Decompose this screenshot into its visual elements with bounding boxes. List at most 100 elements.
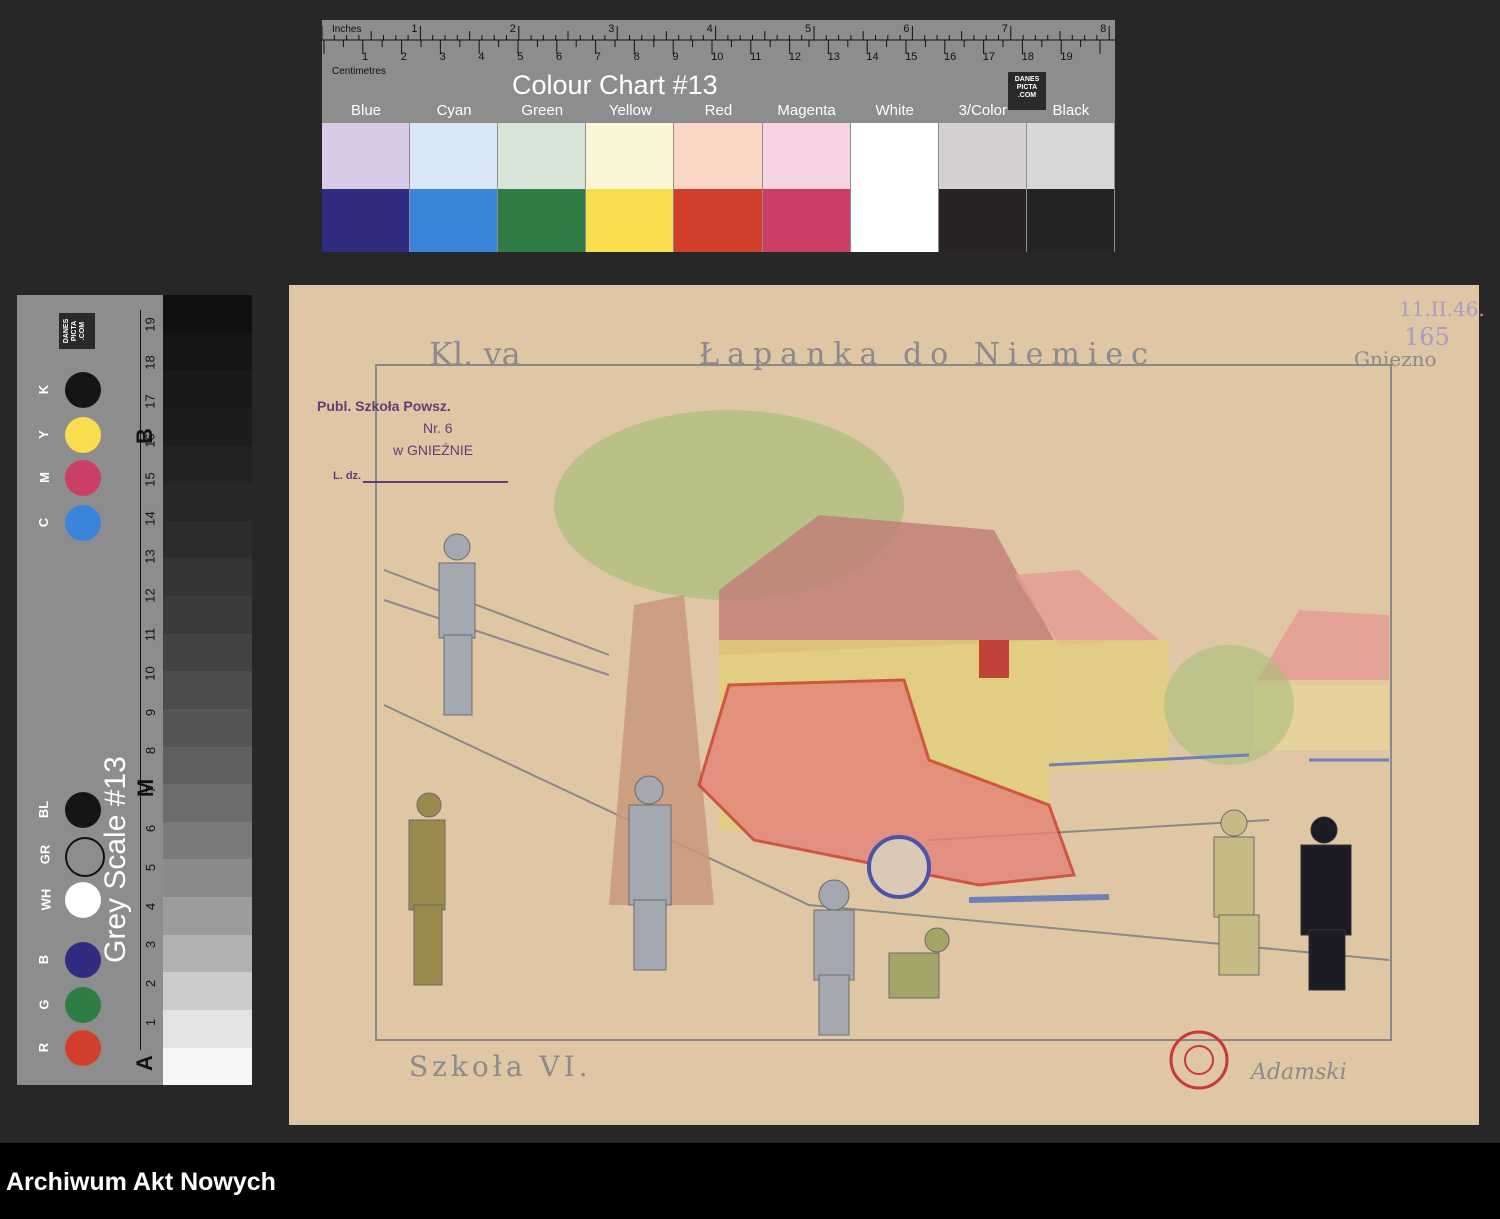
swatch-dark: [850, 189, 939, 252]
scale-number: 12: [142, 588, 158, 603]
stamp-line-4: L. dz.: [333, 470, 362, 482]
color-dot-label: Y: [35, 430, 51, 439]
color-dot-label: M: [36, 472, 52, 483]
scale-number: 16: [142, 433, 158, 448]
ruler-scale: 1 2 3 4 5 6 7 81 2 3 4 5 6 7 8 9 10 11 12 13 14 15 16 17 18 19: [322, 23, 1115, 63]
grey-steps: [163, 295, 252, 1085]
grey-step: [163, 708, 252, 747]
cm-mark: 3: [440, 51, 446, 63]
swatch-light: [498, 123, 587, 189]
color-dot: [65, 1030, 101, 1066]
cm-mark: 17: [983, 51, 995, 63]
stamp-line-1: Publ. Szkoła Powsz.: [317, 398, 451, 414]
archive-seal-inner: [1184, 1045, 1214, 1075]
cm-mark: 1: [362, 51, 368, 63]
grey-step: [163, 972, 252, 1010]
grey-step: [163, 784, 252, 822]
color-dot-label: B: [36, 954, 52, 965]
swatch-label: Yellow: [608, 102, 652, 119]
grey-step: [163, 897, 252, 935]
color-dot: [65, 417, 101, 453]
artist-signature: Adamski: [1251, 1060, 1347, 1085]
swatch-light: [322, 123, 411, 189]
scale-number: 6: [143, 824, 159, 833]
color-dot: [65, 942, 101, 978]
swatch-light: [674, 123, 763, 189]
corner-number: 165: [1404, 323, 1450, 351]
cm-mark: 6: [556, 51, 562, 63]
soldier-top-left: [438, 533, 476, 716]
color-dot: [65, 792, 101, 828]
school-stamp: Publ. Szkoła Powsz. Nr. 6 w GNIEŹNIE L. …: [313, 388, 533, 483]
swatch-label: Green: [521, 102, 564, 119]
color-dot-label: C: [36, 517, 52, 528]
grey-step: [163, 859, 252, 897]
grey-step: [163, 295, 252, 333]
drawing-title: Łapanka do Niemiec: [699, 337, 1156, 372]
swatch-light: [1026, 123, 1115, 189]
grey-step: [163, 332, 252, 371]
color-dot-label: R: [36, 1042, 52, 1053]
fence-lower: [383, 599, 610, 676]
grey-step: [163, 1009, 252, 1048]
inch-mark: 1: [411, 23, 417, 35]
stamp-underline: [363, 481, 508, 483]
grey-step: [163, 596, 252, 634]
soldier-by-tree: [628, 775, 672, 971]
footer-bar: Archiwum Akt Nowych: [0, 1143, 1500, 1219]
grey-step: [163, 370, 252, 408]
swatch-dark: [498, 189, 587, 252]
swatch-label: Blue: [350, 102, 382, 119]
swatch-dark: [762, 189, 851, 252]
swatch-label: Black: [1052, 102, 1090, 119]
cm-mark: 13: [828, 51, 840, 63]
grey-step: [163, 934, 252, 973]
grey-scale-chart: DANES PICTA .COM R G B WH GR BL C M Y K Grey Scal…: [17, 295, 252, 1085]
cm-mark: 4: [478, 51, 484, 63]
grey-step: [163, 558, 252, 596]
swatch-label: 3/Color: [958, 102, 1007, 119]
scale-divider: [140, 310, 141, 1050]
officer-in-black: [1300, 816, 1352, 991]
scale-number: 18: [142, 355, 158, 371]
cm-mark: 8: [634, 51, 640, 63]
school-label: Szkoła VI.: [409, 1050, 592, 1083]
scale-number: 9: [143, 708, 159, 716]
inch-mark: 3: [608, 23, 614, 35]
archive-name: Archiwum Akt Nowych: [6, 1168, 276, 1196]
color-dot: [65, 882, 101, 918]
swatch-light: [762, 123, 851, 189]
swatch-label: White: [875, 102, 914, 119]
color-dot-label: GR: [37, 844, 53, 865]
inches-label: Inches: [332, 24, 362, 35]
color-dot-label: K: [36, 384, 52, 395]
color-dot: [65, 372, 101, 408]
swatch-label: Magenta: [777, 102, 836, 119]
swatch-dark: [322, 189, 411, 252]
grey-step: [163, 483, 252, 521]
scale-number: 14: [142, 510, 158, 526]
swatch-light: [938, 123, 1027, 189]
cm-mark: 19: [1060, 51, 1072, 63]
color-dot: [65, 987, 101, 1023]
bush: [1164, 645, 1294, 765]
scale-number: 3: [143, 941, 159, 949]
cm-mark: 9: [672, 51, 678, 63]
scale-number: 7: [143, 786, 159, 794]
swatch-light: [850, 123, 939, 189]
scale-number: 10: [142, 666, 158, 681]
swatch-dark: [1026, 189, 1115, 252]
grey-step: [163, 407, 252, 446]
swatch-label: Cyan: [436, 102, 472, 119]
class-label: Kl. va: [429, 335, 521, 373]
scale-number: 1: [143, 1018, 159, 1027]
truck-wheel: [867, 835, 931, 899]
swatch-light: [586, 123, 675, 189]
grey-step: [163, 671, 252, 709]
truck-shadow: [968, 894, 1110, 903]
man-walking: [1213, 809, 1260, 976]
scale-number: 17: [142, 394, 158, 409]
inch-mark: 7: [1002, 23, 1008, 35]
grey-step: [163, 520, 252, 559]
swatch-light: [410, 123, 499, 189]
